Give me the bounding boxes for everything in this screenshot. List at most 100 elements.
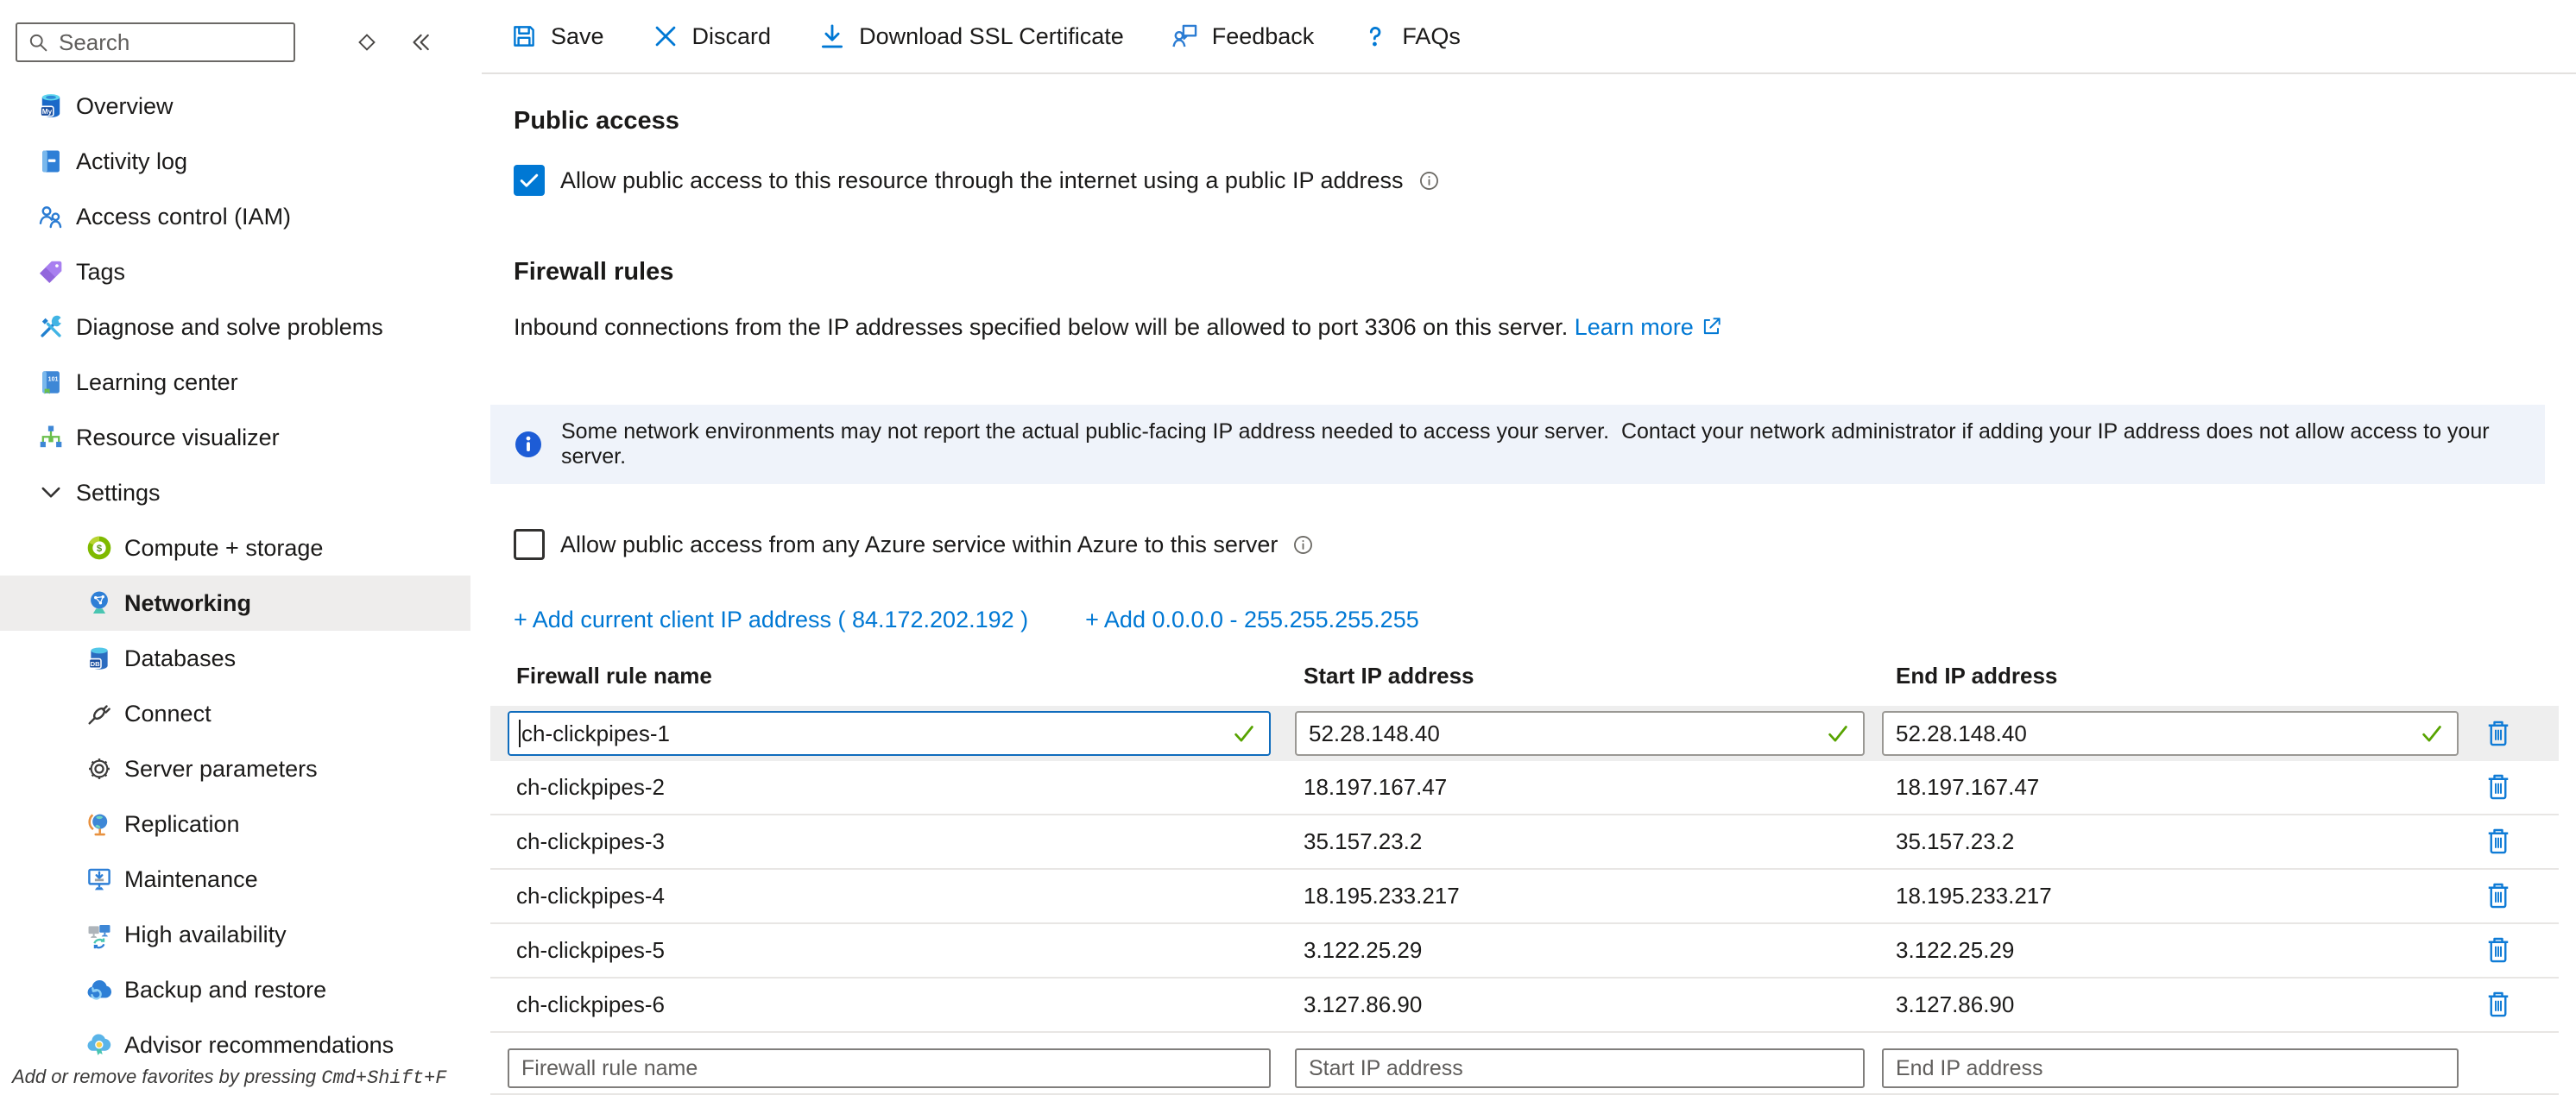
end-ip-input[interactable] [1882,711,2459,756]
delete-rule-button[interactable] [2481,877,2516,916]
valid-check-icon [1825,721,1851,746]
sidebar-item-advisor-recommendations[interactable]: Advisor recommendations [0,1017,470,1073]
feedback-icon [1171,22,1200,51]
sidebar-item-maintenance[interactable]: Maintenance [0,852,470,907]
firewall-rule-row: ch-clickpipes-418.195.233.21718.195.233.… [490,870,2559,924]
discard-button[interactable]: Discard [651,22,772,51]
info-filled-icon [513,429,544,460]
connect-icon [85,699,114,728]
save-button[interactable]: Save [509,22,604,51]
tag-icon [36,257,66,286]
high-availability-icon [85,920,114,949]
networking-pane: Save Discard Download SSL Certificate Feedb… [482,0,2576,1094]
end-ip-cell[interactable]: 3.122.25.29 [1863,937,2459,964]
rule-name-cell[interactable]: ch-clickpipes-4 [490,883,1276,909]
info-banner: Some network environments may not report… [490,405,2545,484]
public-access-checkbox-row: Allow public access to this resource thr… [514,165,2576,196]
azure-services-checkbox-label: Allow public access from any Azure servi… [560,532,1278,558]
new-start-ip-input[interactable] [1295,1048,1865,1088]
end-ip-cell[interactable]: 18.195.233.217 [1863,883,2459,909]
new-end-ip-input[interactable] [1882,1048,2459,1088]
sidebar-item-tags[interactable]: Tags [0,244,470,299]
start-ip-cell[interactable]: 3.122.25.29 [1276,937,1863,964]
sidebar-group-settings[interactable]: Settings [0,465,470,520]
collapse-menu-button[interactable] [407,29,433,55]
sidebar-item-label: Connect [124,701,212,727]
sidebar-item-label: Server parameters [124,756,318,783]
info-icon[interactable] [1417,169,1441,192]
start-ip-cell[interactable]: 3.127.86.90 [1276,991,1863,1018]
sidebar-item-networking[interactable]: Networking [0,576,470,631]
start-ip-input[interactable] [1295,711,1865,756]
delete-rule-button[interactable] [2481,714,2516,753]
rule-name-cell[interactable]: ch-clickpipes-6 [490,991,1276,1018]
public-access-checkbox[interactable] [514,165,545,196]
info-banner-text: Some network environments may not report… [561,419,2545,469]
end-ip-cell[interactable]: 18.197.167.47 [1863,774,2459,801]
end-ip-cell[interactable]: 3.127.86.90 [1863,991,2459,1018]
sidebar-item-label: Replication [124,811,240,838]
svg-text:$: $ [97,544,103,554]
rule-name-cell[interactable]: ch-clickpipes-3 [490,828,1276,855]
start-ip-cell[interactable]: 35.157.23.2 [1276,828,1863,855]
sidebar-item-databases[interactable]: DBDatabases [0,631,470,686]
add-all-ips-link[interactable]: + Add 0.0.0.0 - 255.255.255.255 [1085,607,1419,633]
learn-more-link[interactable]: Learn more [1575,314,1694,340]
toolbar-button-label: Feedback [1212,23,1315,50]
firewall-rules-table: Firewall rule name Start IP address End … [490,656,2559,1095]
command-bar: Save Discard Download SSL Certificate Feedb… [482,0,2576,74]
sidebar-item-learning-center[interactable]: 101Learning center [0,355,470,410]
sidebar-item-server-parameters[interactable]: Server parameters [0,741,470,796]
delete-rule-button[interactable] [2481,768,2516,808]
table-header-row: Firewall rule name Start IP address End … [490,656,2559,695]
rule-name-cell[interactable]: ch-clickpipes-5 [490,937,1276,964]
sidebar-item-replication[interactable]: Replication [0,796,470,852]
sidebar-item-label: Networking [124,590,251,617]
info-icon[interactable] [1291,533,1315,557]
rule-name-input[interactable] [508,711,1271,756]
save-icon [509,22,539,51]
firewall-rule-row: ch-clickpipes-53.122.25.293.122.25.29 [490,924,2559,979]
delete-rule-button[interactable] [2481,931,2516,971]
azure-services-checkbox[interactable] [514,529,545,560]
sidebar-item-label: Activity log [76,148,187,175]
search-box[interactable] [16,22,295,62]
compute-storage-icon: $ [85,533,114,563]
faqs-button[interactable]: FAQs [1361,22,1461,51]
toolbar-button-label: Discard [692,23,772,50]
end-ip-cell[interactable]: 35.157.23.2 [1863,828,2459,855]
delete-rule-button[interactable] [2481,985,2516,1025]
sidebar-item-backup-and-restore[interactable]: Backup and restore [0,962,470,1017]
search-input[interactable] [57,28,285,57]
sidebar-item-activity-log[interactable]: Activity log [0,134,470,189]
sidebar-item-label: Maintenance [124,866,258,893]
mysql-server-icon: My [36,91,66,121]
start-ip-cell[interactable]: 18.195.233.217 [1276,883,1863,909]
sidebar-item-high-availability[interactable]: High availability [0,907,470,962]
feedback-button[interactable]: Feedback [1171,22,1315,51]
public-access-heading: Public access [514,74,2576,135]
column-header-start-ip: Start IP address [1276,663,1863,689]
sidebar-item-compute-storage[interactable]: $ Compute + storage [0,520,470,576]
add-current-client-ip-link[interactable]: + Add current client IP address ( 84.172… [514,607,1028,633]
sidebar-item-label: Resource visualizer [76,425,280,451]
faq-icon [1361,22,1390,51]
sidebar-item-overview[interactable]: MyOverview [0,79,470,134]
new-rule-name-input[interactable] [508,1048,1271,1088]
delete-rule-button[interactable] [2481,822,2516,862]
rule-name-cell[interactable]: ch-clickpipes-2 [490,774,1276,801]
sidebar-item-connect[interactable]: Connect [0,686,470,741]
sidebar-item-diagnose-and-solve-problems[interactable]: Diagnose and solve problems [0,299,470,355]
sidebar-item-access-control-iam[interactable]: Access control (IAM) [0,189,470,244]
column-header-end-ip: End IP address [1863,663,2459,689]
firewall-rule-row: ch-clickpipes-63.127.86.903.127.86.90 [490,979,2559,1033]
replication-icon [85,809,114,839]
resize-menu-button[interactable] [354,29,380,55]
start-ip-cell[interactable]: 18.197.167.47 [1276,774,1863,801]
sidebar-item-resource-visualizer[interactable]: Resource visualizer [0,410,470,465]
sidebar-item-label: Settings [76,480,161,507]
trash-icon [2483,823,2514,858]
download-ssl-certificate-button[interactable]: Download SSL Certificate [818,22,1124,51]
sidebar-item-label: High availability [124,922,287,948]
sidebar-item-label: Compute + storage [124,535,323,562]
